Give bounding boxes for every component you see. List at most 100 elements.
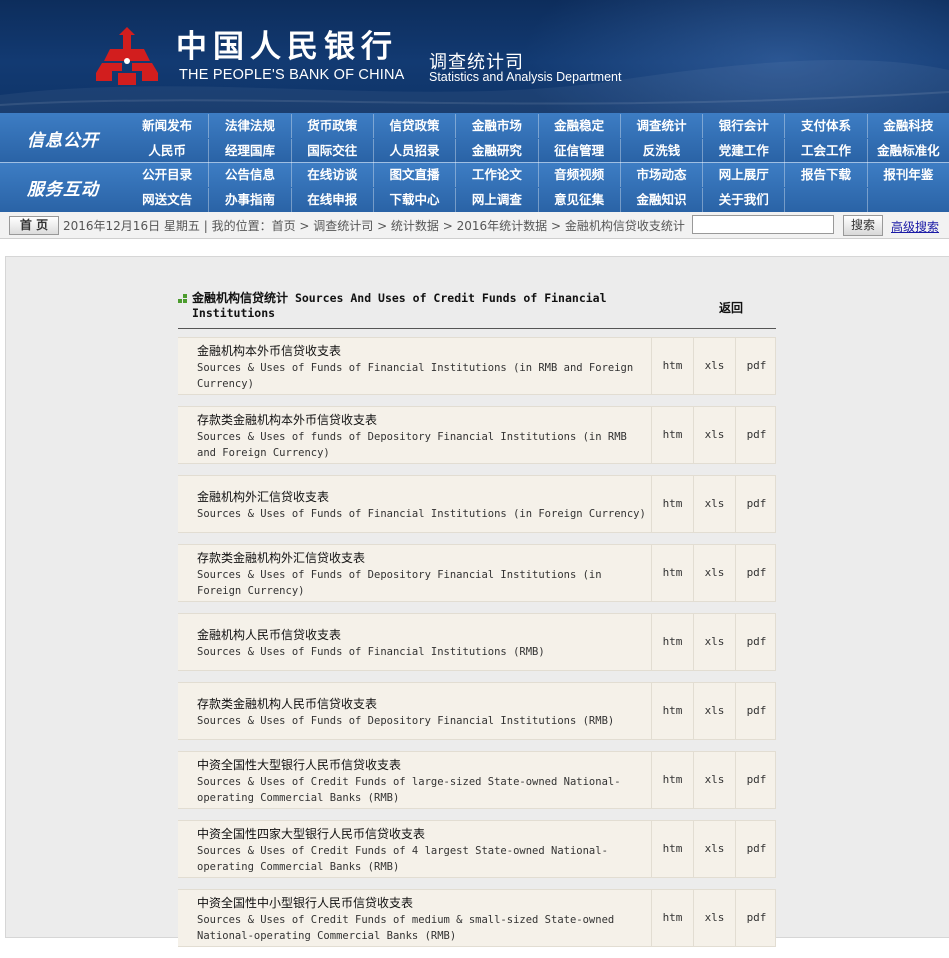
nav-item[interactable]: 金融知识: [619, 188, 702, 212]
nav-item[interactable]: 新闻发布: [126, 114, 208, 138]
item-description: 存款类金融机构人民币信贷收支表 Sources & Uses of Funds …: [197, 697, 649, 729]
xls-link[interactable]: xls: [693, 476, 735, 532]
nav-item[interactable]: 国际交往: [290, 139, 373, 163]
item-title-english[interactable]: Sources & Uses of Funds of Financial Ins…: [197, 506, 649, 522]
nav-item[interactable]: 网上展厅: [702, 163, 784, 187]
pdf-link[interactable]: pdf: [735, 407, 777, 463]
item-description: 中资全国性中小型银行人民币信贷收支表 Sources & Uses of Cre…: [197, 896, 649, 944]
xls-link[interactable]: xls: [693, 890, 735, 946]
nav-item[interactable]: 关于我们: [702, 188, 784, 212]
nav-item[interactable]: 人民币: [126, 139, 208, 163]
nav-item[interactable]: 报刊年鉴: [866, 163, 949, 187]
item-title-chinese[interactable]: 中资全国性四家大型银行人民币信贷收支表: [197, 827, 649, 842]
nav-item[interactable]: 金融市场: [455, 114, 537, 138]
nav-item[interactable]: 下载中心: [372, 188, 455, 212]
item-title-english[interactable]: Sources & Uses of Funds of Depository Fi…: [197, 567, 649, 599]
item-title-english[interactable]: Sources & Uses of funds of Depository Fi…: [197, 429, 649, 461]
item-title-chinese[interactable]: 金融机构外汇信贷收支表: [197, 490, 649, 505]
nav-item[interactable]: 工作论文: [455, 163, 537, 187]
htm-link[interactable]: htm: [651, 338, 693, 394]
item-title-chinese[interactable]: 中资全国性大型银行人民币信贷收支表: [197, 758, 649, 773]
nav-item[interactable]: 法律法规: [208, 114, 290, 138]
pdf-link[interactable]: pdf: [735, 545, 777, 601]
item-title-chinese[interactable]: 中资全国性中小型银行人民币信贷收支表: [197, 896, 649, 911]
pdf-link[interactable]: pdf: [735, 683, 777, 739]
nav-item[interactable]: 信贷政策: [372, 114, 455, 138]
pdf-link[interactable]: pdf: [735, 338, 777, 394]
search-input[interactable]: [692, 215, 834, 234]
pdf-link[interactable]: pdf: [735, 752, 777, 808]
item-title-english[interactable]: Sources & Uses of Credit Funds of medium…: [197, 912, 649, 944]
section-header: 金融机构信贷统计 Sources And Uses of Credit Fund…: [178, 288, 776, 329]
nav-item[interactable]: 在线申报: [290, 188, 373, 212]
item-description: 金融机构外汇信贷收支表 Sources & Uses of Funds of F…: [197, 490, 649, 522]
item-title-english[interactable]: Sources & Uses of Credit Funds of large-…: [197, 774, 649, 806]
nav-item[interactable]: 报告下载: [784, 163, 866, 187]
list-item: 存款类金融机构人民币信贷收支表 Sources & Uses of Funds …: [178, 682, 776, 740]
item-title-chinese[interactable]: 存款类金融机构本外币信贷收支表: [197, 413, 649, 428]
home-button[interactable]: 首 页: [9, 216, 59, 235]
nav-item[interactable]: 支付体系: [784, 114, 866, 138]
xls-link[interactable]: xls: [693, 683, 735, 739]
xls-link[interactable]: xls: [693, 338, 735, 394]
item-title-english[interactable]: Sources & Uses of Credit Funds of 4 larg…: [197, 843, 649, 875]
xls-link[interactable]: xls: [693, 821, 735, 877]
xls-link[interactable]: xls: [693, 407, 735, 463]
pdf-link[interactable]: pdf: [735, 890, 777, 946]
item-description: 中资全国性大型银行人民币信贷收支表 Sources & Uses of Cred…: [197, 758, 649, 806]
htm-link[interactable]: htm: [651, 407, 693, 463]
xls-link[interactable]: xls: [693, 545, 735, 601]
xls-link[interactable]: xls: [693, 752, 735, 808]
htm-link[interactable]: htm: [651, 476, 693, 532]
nav-item[interactable]: 金融研究: [455, 139, 537, 163]
nav-item[interactable]: 党建工作: [702, 139, 784, 163]
nav-item[interactable]: 调查统计: [619, 114, 702, 138]
nav-empty-cell: [784, 188, 866, 212]
nav-item[interactable]: 人员招录: [372, 139, 455, 163]
back-link[interactable]: 返回: [719, 299, 743, 316]
nav-item[interactable]: 反洗钱: [619, 139, 702, 163]
nav-item[interactable]: 经理国库: [208, 139, 290, 163]
htm-link[interactable]: htm: [651, 614, 693, 670]
page-title: 金融机构信贷统计 Sources And Uses of Credit Fund…: [192, 291, 662, 321]
nav-item[interactable]: 办事指南: [208, 188, 290, 212]
htm-link[interactable]: htm: [651, 752, 693, 808]
pdf-link[interactable]: pdf: [735, 614, 777, 670]
htm-link[interactable]: htm: [651, 545, 693, 601]
item-title-chinese[interactable]: 存款类金融机构人民币信贷收支表: [197, 697, 649, 712]
department-name-english: Statistics and Analysis Department: [429, 70, 622, 84]
nav-item[interactable]: 公开目录: [126, 163, 208, 187]
nav-item[interactable]: 意见征集: [537, 188, 620, 212]
nav-item[interactable]: 银行会计: [702, 114, 784, 138]
table-list: 金融机构本外币信贷收支表 Sources & Uses of Funds of …: [178, 337, 776, 947]
nav-item[interactable]: 工会工作: [784, 139, 866, 163]
pdf-link[interactable]: pdf: [735, 476, 777, 532]
item-title-chinese[interactable]: 金融机构本外币信贷收支表: [197, 344, 649, 359]
nav-item[interactable]: 金融标准化: [866, 139, 949, 163]
item-title-english[interactable]: Sources & Uses of Funds of Financial Ins…: [197, 644, 649, 660]
item-description: 存款类金融机构外汇信贷收支表 Sources & Uses of Funds o…: [197, 551, 649, 599]
item-title-english[interactable]: Sources & Uses of Funds of Financial Ins…: [197, 360, 649, 392]
nav-item[interactable]: 图文直播: [372, 163, 455, 187]
nav-item[interactable]: 市场动态: [619, 163, 702, 187]
nav-item[interactable]: 在线访谈: [290, 163, 373, 187]
htm-link[interactable]: htm: [651, 683, 693, 739]
htm-link[interactable]: htm: [651, 890, 693, 946]
item-description: 存款类金融机构本外币信贷收支表 Sources & Uses of funds …: [197, 413, 649, 461]
nav-item[interactable]: 音频视频: [537, 163, 620, 187]
nav-item[interactable]: 金融稳定: [537, 114, 620, 138]
nav-item[interactable]: 货币政策: [290, 114, 373, 138]
htm-link[interactable]: htm: [651, 821, 693, 877]
item-title-chinese[interactable]: 金融机构人民币信贷收支表: [197, 628, 649, 643]
nav-item[interactable]: 公告信息: [208, 163, 290, 187]
advanced-search-link[interactable]: 高级搜索: [891, 218, 939, 235]
nav-item[interactable]: 网上调查: [455, 188, 537, 212]
item-title-chinese[interactable]: 存款类金融机构外汇信贷收支表: [197, 551, 649, 566]
search-button[interactable]: 搜索: [843, 215, 883, 236]
nav-item[interactable]: 征信管理: [537, 139, 620, 163]
nav-item[interactable]: 网送文告: [126, 188, 208, 212]
item-title-english[interactable]: Sources & Uses of Funds of Depository Fi…: [197, 713, 649, 729]
nav-item[interactable]: 金融科技: [866, 114, 949, 138]
xls-link[interactable]: xls: [693, 614, 735, 670]
pdf-link[interactable]: pdf: [735, 821, 777, 877]
